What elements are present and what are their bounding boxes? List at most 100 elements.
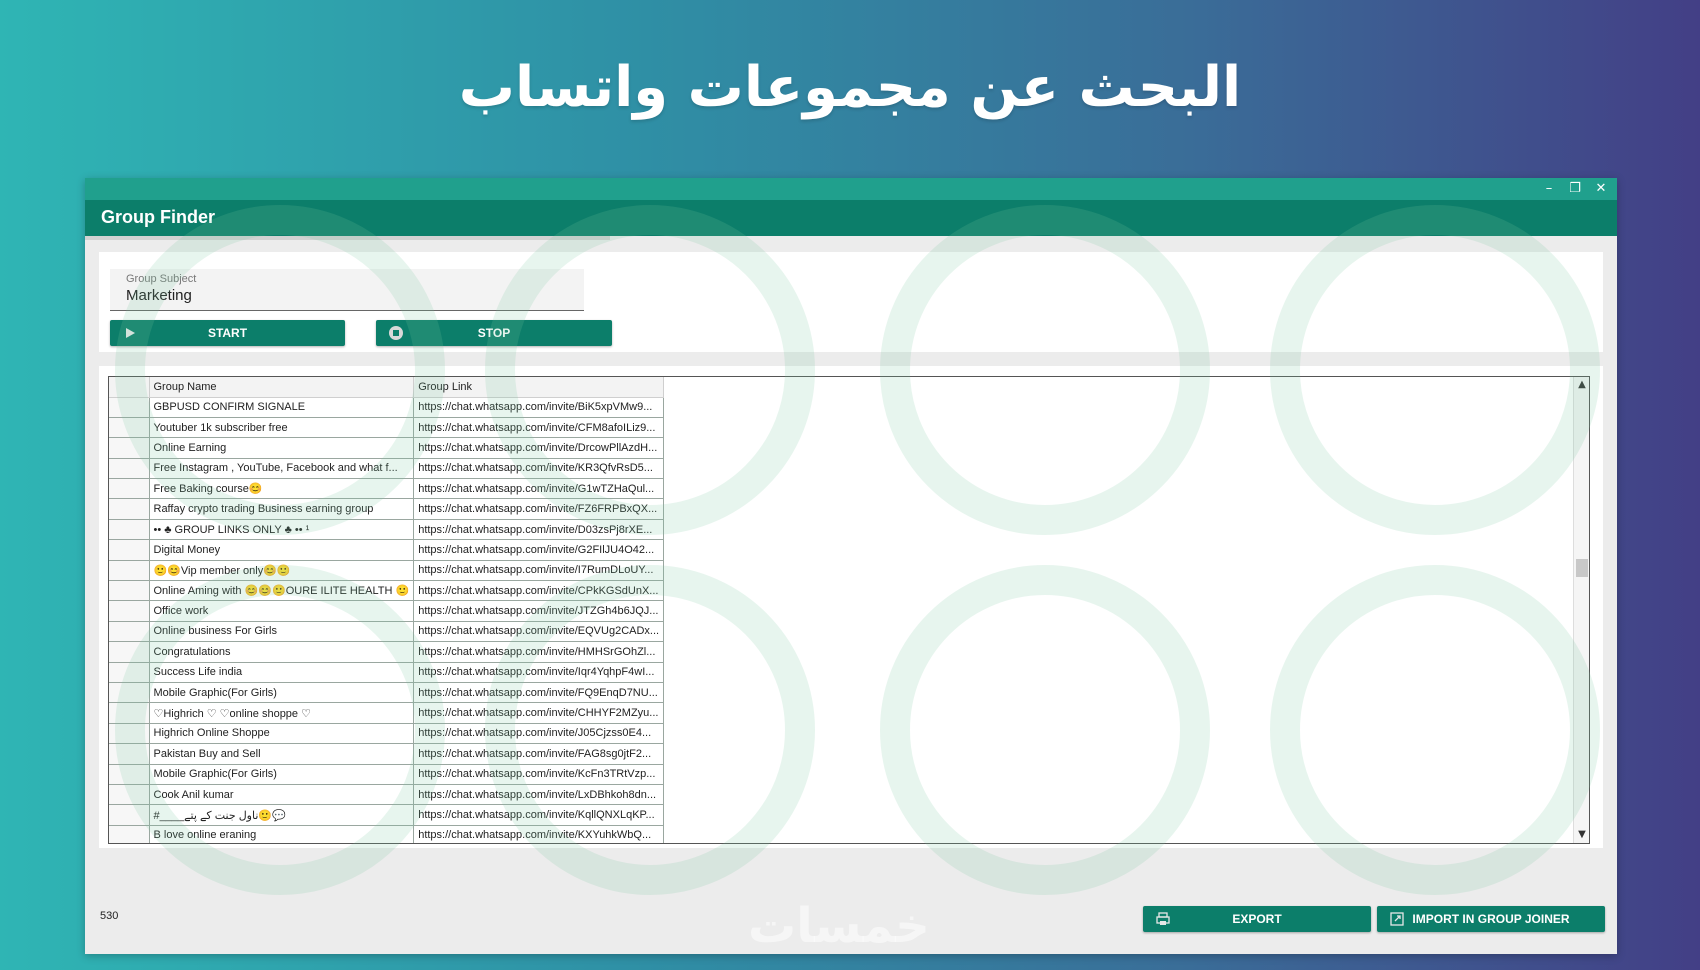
group-subject-input[interactable] [126,287,566,304]
row-header-cell[interactable] [109,662,150,683]
row-header-cell[interactable] [109,743,150,765]
table-row[interactable]: Youtuber 1k subscriber free https://chat.… [109,417,665,439]
group-link-cell[interactable]: https://chat.whatsapp.com/invite/JTZGh4b… [413,600,665,622]
table-row[interactable]: Online business For Girls https://chat.wh… [109,621,665,643]
table-row[interactable]: 🙂😊Vip member only😊🙂 https://chat.whatsapp… [109,560,665,582]
group-name-cell[interactable]: 🙂😊Vip member only😊🙂 [149,560,415,582]
group-link-cell[interactable]: https://chat.whatsapp.com/invite/CHHYF2M… [413,702,665,724]
table-row[interactable]: Pakistan Buy and Sell https://chat.whatsa… [109,743,665,765]
row-header-cell[interactable] [109,560,150,582]
table-row[interactable]: ♡Highrich ♡ ♡online shoppe ♡ https://chat… [109,702,665,724]
row-header-cell[interactable] [109,764,150,785]
row-header-cell[interactable] [109,397,150,418]
table-row[interactable]: Free Instagram , YouTube, Facebook and w… [109,458,665,480]
group-name-cell[interactable]: Free Instagram , YouTube, Facebook and w… [149,458,415,480]
table-row[interactable]: Free Baking course😊 https://chat.whatsapp… [109,478,665,500]
row-header-cell[interactable] [109,702,150,724]
row-header-cell[interactable] [109,437,150,459]
group-link-cell[interactable]: https://chat.whatsapp.com/invite/EQVUg2C… [413,621,665,643]
group-name-column-header[interactable]: Group Name [149,377,415,398]
minimize-icon[interactable]: – [1541,180,1557,198]
row-header-cell[interactable] [109,458,150,480]
table-row[interactable]: Highrich Online Shoppe https://chat.whats… [109,723,665,745]
group-name-cell[interactable]: Online business For Girls [149,621,415,643]
group-link-cell[interactable]: https://chat.whatsapp.com/invite/KcFn3TR… [413,764,665,785]
group-link-cell[interactable]: https://chat.whatsapp.com/invite/FZ6FRPB… [413,498,665,520]
group-name-cell[interactable]: GBPUSD CONFIRM SIGNALE [149,397,415,418]
group-name-cell[interactable]: Mobile Graphic(For Girls) [149,682,415,704]
group-link-cell[interactable]: https://chat.whatsapp.com/invite/KqllQNX… [413,804,665,826]
group-link-cell[interactable]: https://chat.whatsapp.com/invite/HMHSrGO… [413,641,665,663]
table-row[interactable]: Office work https://chat.whatsapp.com/inv… [109,600,665,622]
row-header-cell[interactable] [109,621,150,643]
group-link-cell[interactable]: https://chat.whatsapp.com/invite/LxDBhko… [413,784,665,806]
table-row[interactable]: GBPUSD CONFIRM SIGNALE https://chat.whats… [109,397,665,418]
stop-button[interactable]: STOP [376,320,612,346]
row-header-cell[interactable] [109,825,150,843]
group-name-cell[interactable]: Digital Money [149,539,415,561]
group-link-cell[interactable]: https://chat.whatsapp.com/invite/G2FIlJU… [413,539,665,561]
group-name-cell[interactable]: Congratulations [149,641,415,663]
scroll-down-icon[interactable]: ▼ [1574,827,1589,843]
table-row[interactable]: Digital Money https://chat.whatsapp.com/i… [109,539,665,561]
group-name-cell[interactable]: Office work [149,600,415,622]
group-link-cell[interactable]: https://chat.whatsapp.com/invite/CFM8afo… [413,417,665,439]
row-header-cell[interactable] [109,417,150,439]
table-row[interactable]: Cook Anil kumar https://chat.whatsapp.com… [109,784,665,806]
export-button[interactable]: EXPORT [1143,906,1371,932]
group-link-cell[interactable]: https://chat.whatsapp.com/invite/BiK5xpV… [413,397,665,418]
restore-icon[interactable]: ❐ [1567,180,1583,198]
row-header-cell[interactable] [109,498,150,520]
group-link-cell[interactable]: https://chat.whatsapp.com/invite/G1wTZHa… [413,478,665,500]
group-name-cell[interactable]: Cook Anil kumar [149,784,415,806]
group-link-cell[interactable]: https://chat.whatsapp.com/invite/Iqr4Yqh… [413,662,665,683]
group-name-cell[interactable]: ♡Highrich ♡ ♡online shoppe ♡ [149,702,415,724]
vertical-scrollbar[interactable]: ▲ ▼ [1573,377,1589,843]
row-header-cell[interactable] [109,539,150,561]
group-name-cell[interactable]: Pakistan Buy and Sell [149,743,415,765]
group-link-cell[interactable]: https://chat.whatsapp.com/invite/DrcowPl… [413,437,665,459]
row-header-cell[interactable] [109,804,150,826]
row-header-cell[interactable] [109,580,150,602]
table-row[interactable]: Success Life india https://chat.whatsapp.… [109,662,665,683]
row-header-cell[interactable] [109,723,150,745]
row-header-cell[interactable] [109,682,150,704]
group-name-cell[interactable]: Highrich Online Shoppe [149,723,415,745]
row-header-cell[interactable] [109,784,150,806]
table-row[interactable]: Mobile Graphic(For Girls) https://chat.wh… [109,764,665,785]
start-button[interactable]: START [110,320,345,346]
group-name-cell[interactable]: Free Baking course😊 [149,478,415,500]
group-link-column-header[interactable]: Group Link [413,377,665,398]
table-row[interactable]: Online Earning https://chat.whatsapp.com/… [109,437,665,459]
group-subject-field[interactable]: Group Subject [110,269,584,311]
table-row[interactable]: B love online eraning https://chat.whatsa… [109,825,665,843]
table-row[interactable]: Congratulations https://chat.whatsapp.com… [109,641,665,663]
scroll-up-icon[interactable]: ▲ [1574,377,1589,393]
group-name-cell[interactable]: Online Earning [149,437,415,459]
group-link-cell[interactable]: https://chat.whatsapp.com/invite/KXYuhkW… [413,825,665,843]
table-row[interactable]: Raffay crypto trading Business earning g… [109,498,665,520]
row-header-cell[interactable] [109,519,150,541]
scroll-thumb[interactable] [1576,559,1588,577]
table-row[interactable]: •• ♣ GROUP LINKS ONLY ♣ •• ¹ https://chat… [109,519,665,541]
group-name-cell[interactable]: •• ♣ GROUP LINKS ONLY ♣ •• ¹ [149,519,415,541]
import-in-group-joiner-button[interactable]: IMPORT IN GROUP JOINER [1377,906,1605,932]
group-name-cell[interactable]: Online Aming with 😊😊🙂OURE ILITE HEALTH 🙂 [149,580,415,602]
row-header-cell[interactable] [109,478,150,500]
group-link-cell[interactable]: https://chat.whatsapp.com/invite/CPkKGSd… [413,580,665,602]
group-name-cell[interactable]: Youtuber 1k subscriber free [149,417,415,439]
group-link-cell[interactable]: https://chat.whatsapp.com/invite/FQ9EnqD… [413,682,665,704]
close-icon[interactable]: ✕ [1593,180,1609,198]
table-row[interactable]: #____ناول جنت کے پتے🙂💬 https://chat.whats… [109,804,665,826]
row-header-cell[interactable] [109,641,150,663]
group-link-cell[interactable]: https://chat.whatsapp.com/invite/I7RumDL… [413,560,665,582]
group-name-cell[interactable]: B love online eraning [149,825,415,843]
group-link-cell[interactable]: https://chat.whatsapp.com/invite/KR3QfvR… [413,458,665,480]
row-header-cell[interactable] [109,600,150,622]
results-grid[interactable]: Group Name Group Link GBPUSD CONFIRM SIG… [108,376,1590,844]
group-name-cell[interactable]: #____ناول جنت کے پتے🙂💬 [149,804,415,826]
group-link-cell[interactable]: https://chat.whatsapp.com/invite/FAG8sg0… [413,743,665,765]
group-name-cell[interactable]: Success Life india [149,662,415,683]
group-link-cell[interactable]: https://chat.whatsapp.com/invite/J05Cjzs… [413,723,665,745]
group-link-cell[interactable]: https://chat.whatsapp.com/invite/D03zsPj… [413,519,665,541]
